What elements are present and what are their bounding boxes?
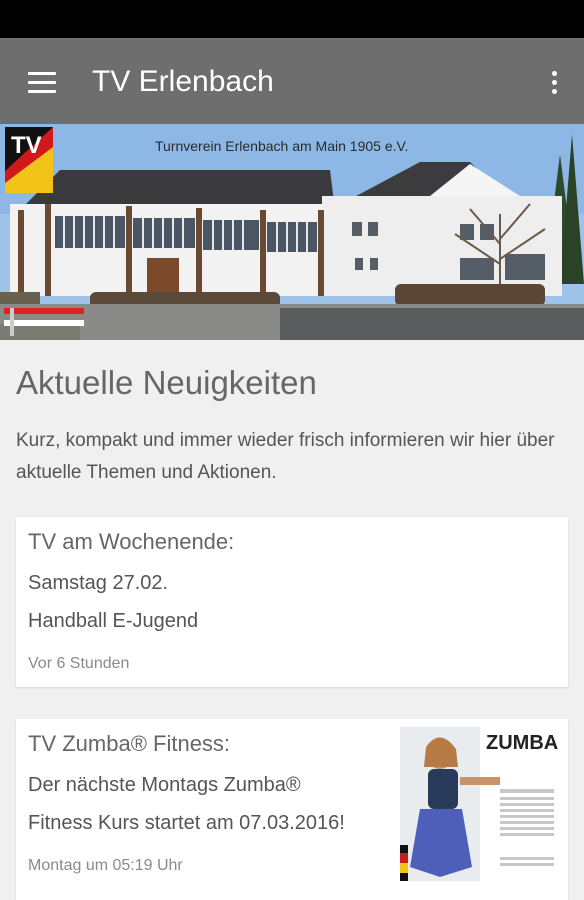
status-bar — [0, 0, 584, 38]
card-timestamp: Vor 6 Stunden — [28, 655, 130, 672]
card-title: TV Zumba® Fitness: — [28, 731, 231, 756]
zumba-flyer-thumbnail[interactable]: ZUMBA — [400, 727, 558, 881]
card-timestamp: Montag um 05:19 Uhr — [28, 857, 183, 874]
card-text-line: Handball E-Jugend — [28, 610, 199, 632]
svg-text:TV: TV — [11, 132, 42, 159]
card-text-line: Der nächste Montags Zumba® — [28, 774, 301, 796]
news-card[interactable]: TV am Wochenende: Samstag 27.02. Handbal… — [16, 517, 568, 687]
card-title: TV am Wochenende: — [28, 529, 235, 554]
app-title: TV Erlenbach — [92, 65, 274, 98]
app-bar: TV Erlenbach — [0, 38, 584, 124]
card-text-line: Samstag 27.02. — [28, 572, 169, 594]
section-title: Aktuelle Neuigkeiten — [16, 364, 317, 401]
zumba-brand-text: ZUMBA — [486, 732, 558, 754]
section-description: Kurz, kompakt und immer wieder frisch in… — [16, 430, 555, 483]
card-text-line: Fitness Kurs startet am 07.03.2016! — [28, 812, 345, 834]
club-logo: TV — [5, 127, 53, 193]
hamburger-menu-icon[interactable] — [20, 62, 64, 102]
news-card[interactable]: TV Zumba® Fitness: Der nächste Montags Z… — [16, 719, 568, 900]
overflow-menu-icon[interactable] — [544, 64, 564, 100]
hero-image: TV Turnverein Erlenbach am Main 1905 e.V… — [0, 124, 584, 340]
hero-caption: Turnverein Erlenbach am Main 1905 e.V. — [155, 138, 409, 154]
